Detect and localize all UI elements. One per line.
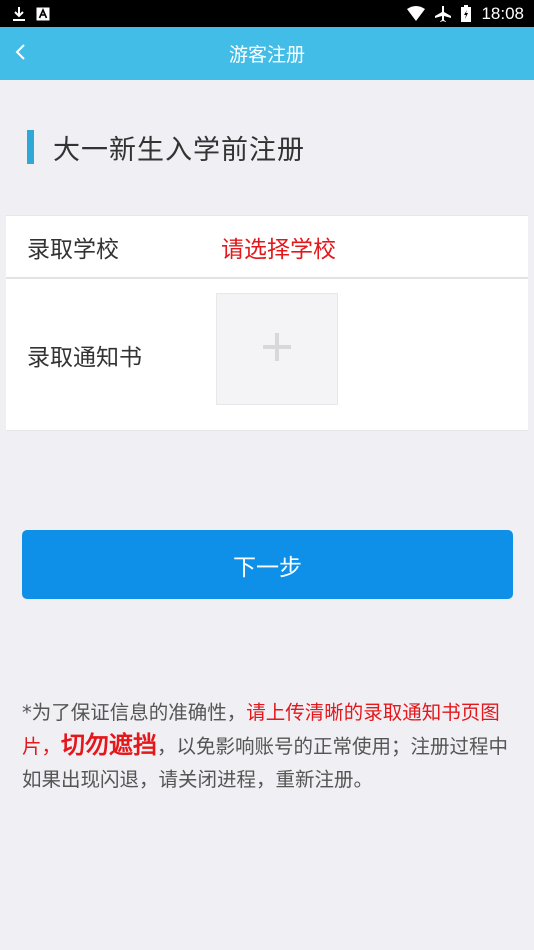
school-select-row[interactable]: 录取学校 请选择学校: [6, 216, 528, 279]
app-header: 游客注册: [0, 27, 534, 80]
next-step-button[interactable]: 下一步: [22, 530, 513, 599]
registration-form: 录取学校 请选择学校 录取通知书: [6, 215, 528, 431]
notice-text-emphasis: 切勿遮挡: [61, 731, 158, 759]
page-title: 游客注册: [228, 44, 305, 66]
admission-notice-row: 录取通知书: [6, 279, 528, 430]
admission-notice-label: 录取通知书: [27, 344, 142, 371]
status-bar: 18:08: [0, 0, 534, 27]
chevron-left-icon: [14, 43, 26, 65]
section-accent-bar: [27, 130, 34, 164]
school-label: 录取学校: [27, 236, 119, 263]
section-title: 大一新生入学前注册: [53, 134, 305, 166]
notice-text-intro: *为了保证信息的准确性，: [22, 701, 247, 724]
admission-notice-upload-button[interactable]: [216, 293, 338, 405]
section-header: 大一新生入学前注册: [27, 130, 305, 166]
back-button[interactable]: [0, 27, 40, 80]
guest-registration-screen: 18:08 游客注册 大一新生入学前注册 录取学校 请选择学校 录取通知书 下一…: [0, 0, 534, 950]
registration-notice: *为了保证信息的准确性，请上传清晰的录取通知书页图片，切勿遮挡，以免影响账号的正…: [22, 696, 517, 796]
status-time: 18:08: [481, 3, 524, 23]
plus-icon: [262, 332, 292, 366]
download-icon: [12, 6, 26, 22]
status-bar-left: [12, 6, 50, 22]
wifi-icon: [407, 6, 426, 21]
school-select[interactable]: 请选择学校: [221, 230, 336, 264]
battery-icon: [461, 5, 472, 22]
notification-a-icon: [36, 7, 50, 21]
status-bar-right: 18:08: [407, 4, 524, 24]
airplane-icon: [435, 5, 452, 22]
